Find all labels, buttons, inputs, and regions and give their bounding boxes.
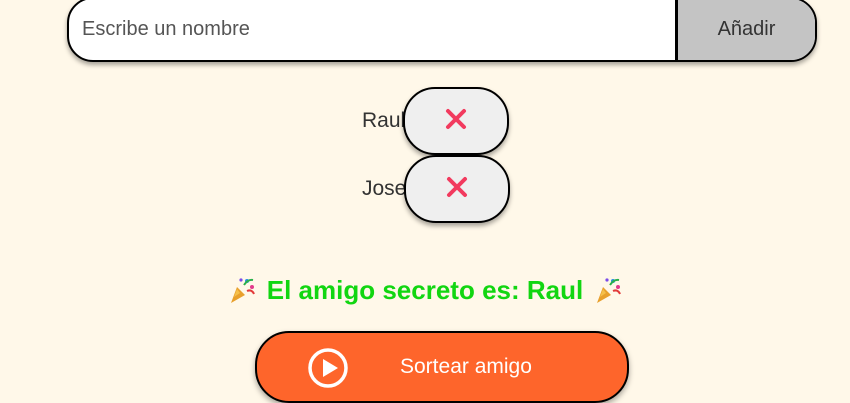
list-item: Jose [362, 155, 511, 223]
remove-friend-button[interactable] [403, 87, 510, 155]
close-icon [444, 107, 468, 136]
app-main: Añadir Raul Jose [0, 0, 850, 403]
result-text: El amigo secreto es: Raul [266, 274, 584, 305]
play-circle-icon [307, 347, 349, 389]
party-popper-icon [227, 275, 257, 305]
draw-friend-button[interactable]: Sortear amigo [255, 331, 629, 403]
friend-name: Jose [362, 177, 407, 200]
close-icon [445, 175, 469, 204]
draw-button-label: Sortear amigo [400, 355, 532, 378]
list-item: Raul [362, 87, 510, 155]
result-banner: El amigo secreto es: Raul [0, 270, 850, 310]
friend-name: Raul [362, 109, 406, 132]
add-button[interactable]: Añadir [675, 0, 815, 60]
party-popper-icon [593, 275, 623, 305]
name-input-group: Añadir [67, 0, 817, 62]
name-input[interactable] [69, 0, 675, 60]
remove-friend-button[interactable] [404, 155, 511, 223]
